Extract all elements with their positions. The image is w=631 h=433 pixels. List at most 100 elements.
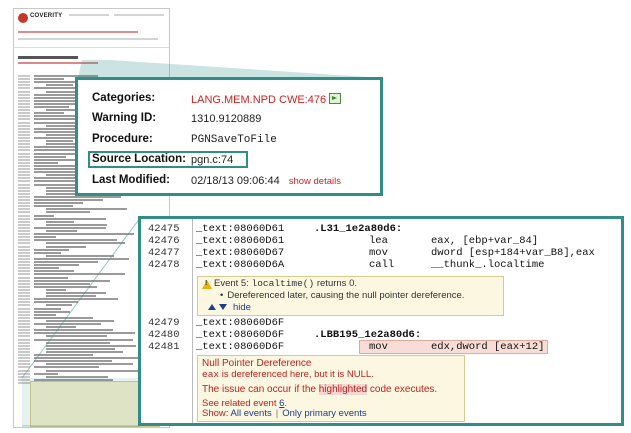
thumbnail-line-number — [18, 319, 30, 322]
thumbnail-line-number — [18, 223, 30, 226]
code-label: .L31_1e2a80d6: — [314, 223, 403, 235]
hide-link[interactable]: hide — [233, 302, 251, 313]
thumbnail-line-number — [18, 301, 30, 304]
code-mnemonic: mov — [369, 247, 388, 259]
thumbnail-line-number — [18, 344, 30, 347]
thumbnail-code-text — [34, 214, 54, 217]
thumbnail-code-text — [34, 298, 118, 301]
issue-annotation: Null Pointer Dereference eax is derefere… — [197, 355, 465, 422]
thumbnail-code-text — [34, 195, 121, 198]
thumbnail-subtitle — [18, 62, 98, 64]
last-modified-label: Last Modified: — [92, 174, 170, 186]
thumbnail-line-number — [18, 158, 30, 161]
show-label: Show: — [202, 408, 229, 419]
thumbnail-line-number — [18, 264, 30, 267]
code-address: _text:08060D6A — [196, 259, 285, 271]
previous-event-icon[interactable] — [208, 304, 216, 310]
code-address: _text:08060D6F — [196, 341, 285, 353]
thumbnail-line-number — [18, 273, 30, 276]
source-location-value: pgn.c:74 — [191, 154, 234, 166]
thumbnail-code-text — [34, 199, 103, 201]
thumbnail-code-text — [34, 366, 99, 369]
show-details-link[interactable]: show details — [289, 176, 341, 187]
primary-events-link[interactable]: Only primary events — [282, 408, 366, 419]
thumbnail-code-text — [34, 273, 125, 276]
thumbnail-code-text — [34, 332, 135, 335]
issue-description: eax is dereferenced here, but it is NULL… — [202, 369, 374, 380]
thumbnail-toolbar — [18, 38, 158, 40]
thumbnail-line-number — [18, 372, 30, 375]
thumbnail-line-number — [18, 350, 30, 353]
thumbnail-code-text — [46, 363, 133, 366]
thumbnail-line-number — [18, 164, 30, 167]
thumbnail-code-text — [34, 264, 79, 267]
thumbnail-line-number — [18, 257, 30, 260]
thumbnail-code-text — [46, 84, 73, 87]
go-arrow-icon[interactable] — [329, 93, 342, 104]
thumbnail-line-number — [18, 192, 30, 195]
thumbnail-line-number — [18, 149, 30, 152]
thumbnail-code-text — [46, 230, 77, 232]
thumbnail-line-number — [18, 288, 30, 291]
thumbnail-code-text — [34, 226, 106, 229]
thumbnail-line-number — [18, 106, 30, 108]
thumbnail-line-number — [18, 378, 30, 381]
thumbnail-line-number — [18, 127, 30, 130]
thumbnail-code-text — [34, 78, 64, 81]
code-operands: edx,dword [eax+12] — [431, 341, 545, 353]
last-modified-row: 02/18/13 09:06:44 show details — [191, 175, 341, 187]
thumbnail-line-number — [18, 214, 30, 217]
thumbnail-code-text — [46, 254, 114, 257]
thumbnail-code-text — [46, 223, 107, 226]
next-event-icon[interactable] — [219, 304, 227, 310]
thumbnail-code-text — [46, 335, 107, 338]
thumbnail-code-text — [46, 295, 96, 298]
categories-value[interactable]: LANG.MEM.NPD CWE:476 — [191, 93, 342, 106]
categories-link[interactable]: LANG.MEM.NPD CWE:476 — [191, 94, 326, 106]
thumbnail-code-text — [34, 357, 141, 360]
thumbnail-line-number — [18, 199, 30, 201]
warning-id-label: Warning ID: — [92, 112, 157, 124]
code-address: _text:08060D67 — [196, 247, 285, 259]
thumbnail-line-number — [18, 295, 30, 298]
thumbnail-code-text — [34, 279, 110, 282]
thumbnail-line-number — [18, 195, 30, 198]
thumbnail-line-number — [18, 366, 30, 369]
thumbnail-code-text — [34, 205, 73, 208]
thumbnail-code-text — [46, 341, 110, 344]
thumbnail-line-number — [18, 282, 30, 285]
thumbnail-line-number — [18, 335, 30, 338]
thumbnail-code-text — [46, 220, 74, 223]
line-number: 42479 — [148, 317, 180, 329]
thumbnail-line-number — [18, 363, 30, 366]
thumbnail-line-number — [18, 316, 30, 319]
thumbnail-line-number — [18, 323, 30, 325]
thumbnail-breadcrumb — [18, 31, 138, 33]
thumbnail-code-text — [34, 112, 64, 115]
thumbnail-line-number — [18, 304, 30, 307]
all-events-link[interactable]: All events — [231, 408, 272, 419]
thumbnail-line-number — [18, 189, 30, 192]
thumbnail-line-number — [18, 381, 30, 384]
coverity-logo: COVERITY — [30, 13, 63, 19]
code-address: _text:08060D61 — [196, 223, 285, 235]
thumbnail-line-number — [18, 267, 30, 270]
filter-separator: | — [275, 408, 279, 419]
thumbnail-line-number — [18, 226, 30, 229]
thumbnail-line-number — [18, 146, 30, 149]
line-number: 42481 — [148, 341, 180, 353]
thumbnail-line-number — [18, 112, 30, 115]
thumbnail-code-text — [46, 326, 76, 329]
code-mnemonic: call — [369, 259, 395, 271]
thumbnail-line-number — [18, 261, 30, 263]
thumbnail-code-text — [34, 257, 129, 260]
thumbnail-line-number — [18, 230, 30, 232]
thumbnail-code-text — [34, 106, 69, 108]
event-title: Event 5: localtime() returns 0. — [214, 278, 357, 289]
thumbnail-code-text — [34, 301, 78, 304]
thumbnail-line-number — [18, 360, 30, 363]
thumbnail-code-text — [46, 344, 136, 347]
thumbnail-code-text — [34, 285, 97, 288]
thumbnail-line-number — [18, 313, 30, 316]
thumbnail-line-number — [18, 285, 30, 288]
